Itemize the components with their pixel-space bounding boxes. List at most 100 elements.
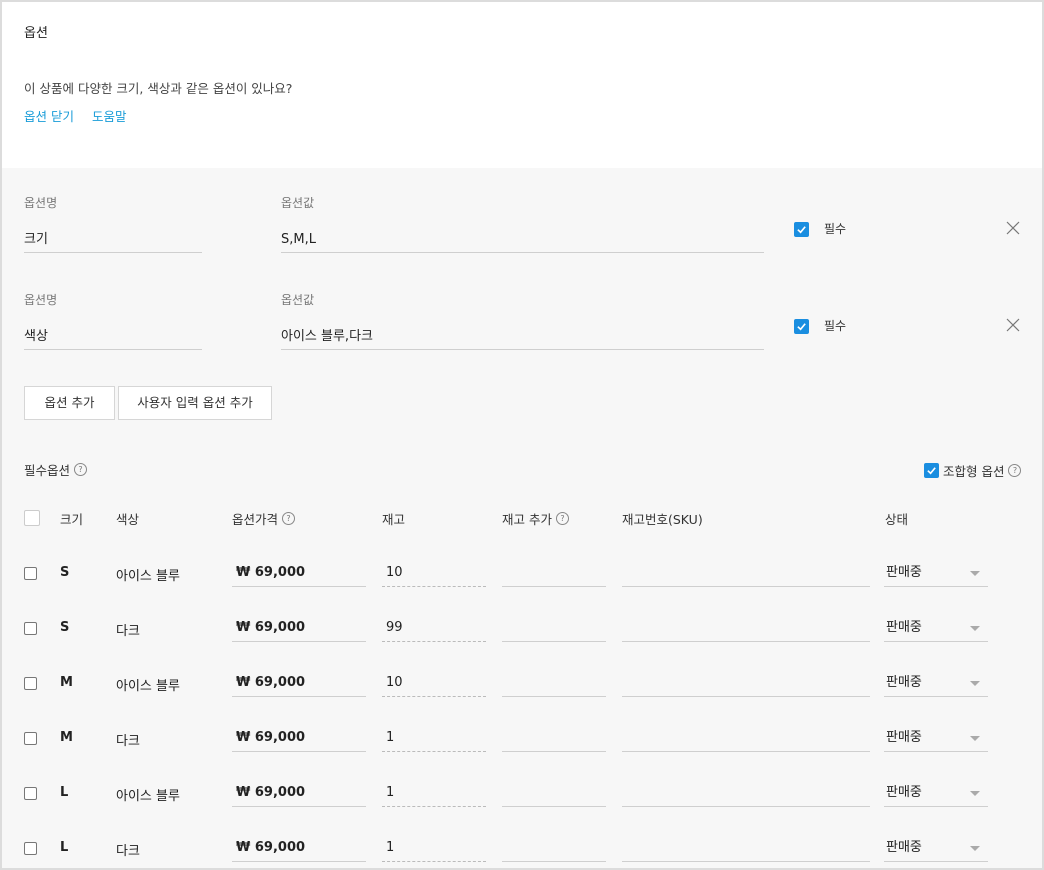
- required-options-title: 필수옵션 ?: [24, 460, 88, 479]
- stock-add-input[interactable]: [502, 779, 606, 807]
- add-custom-option-button[interactable]: 사용자 입력 옵션 추가: [118, 386, 272, 420]
- cell-size: S: [60, 565, 70, 580]
- cell-color: 다크: [116, 624, 140, 639]
- sku-input[interactable]: [622, 834, 870, 862]
- section-title: 옵션: [24, 26, 48, 41]
- stock-input[interactable]: 10: [382, 669, 486, 697]
- select-all-checkbox[interactable]: [24, 510, 40, 526]
- stock-input[interactable]: 1: [382, 834, 486, 862]
- stock-add-input[interactable]: [502, 834, 606, 862]
- required-options-label: 필수옵션: [24, 463, 71, 478]
- options-panel: 옵션 이 상품에 다양한 크기, 색상과 같은 옵션이 있나요? 옵션 닫기 도…: [0, 0, 1044, 870]
- status-value: 판매중: [886, 675, 922, 690]
- column-header-status: 상태: [885, 509, 908, 528]
- required-checkbox[interactable]: [794, 222, 809, 237]
- status-value: 판매중: [886, 565, 922, 580]
- table-row: S 아이스 블루 ₩ 69,000 10 판매중: [2, 555, 1042, 610]
- status-select[interactable]: 판매중: [884, 724, 988, 752]
- sku-input[interactable]: [622, 779, 870, 807]
- chevron-down-icon: [970, 626, 980, 631]
- check-icon: [797, 323, 806, 331]
- option-value-input[interactable]: 아이스 블루,다크: [281, 325, 764, 350]
- cell-color: 아이스 블루: [116, 789, 180, 804]
- stock-input[interactable]: 99: [382, 614, 486, 642]
- sku-input[interactable]: [622, 669, 870, 697]
- price-input[interactable]: ₩ 69,000: [232, 834, 366, 862]
- check-icon: [797, 226, 806, 234]
- help-icon[interactable]: ?: [282, 512, 296, 525]
- combination-option-checkbox[interactable]: [924, 463, 939, 478]
- option-row: 옵션명 색상 옵션값 아이스 블루,다크 필수: [2, 287, 1042, 357]
- cell-size: L: [60, 840, 69, 855]
- column-header-price-label: 옵션가격: [232, 512, 279, 527]
- stock-input[interactable]: 10: [382, 559, 486, 587]
- price-input[interactable]: ₩ 69,000: [232, 724, 366, 752]
- status-select[interactable]: 판매중: [884, 559, 988, 587]
- cell-size: M: [60, 675, 73, 690]
- combination-option-label: 조합형 옵션: [943, 464, 1005, 479]
- row-checkbox[interactable]: [24, 732, 37, 745]
- chevron-down-icon: [970, 846, 980, 851]
- row-checkbox[interactable]: [24, 677, 37, 690]
- cell-color: 아이스 블루: [116, 679, 180, 694]
- check-icon: [927, 467, 936, 475]
- column-header-sku-label: 재고번호(SKU): [622, 512, 703, 527]
- price-input[interactable]: ₩ 69,000: [232, 779, 366, 807]
- help-icon[interactable]: ?: [1008, 464, 1022, 477]
- option-value-label: 옵션값: [281, 293, 315, 307]
- row-checkbox[interactable]: [24, 787, 37, 800]
- chevron-down-icon: [970, 571, 980, 576]
- option-name-input[interactable]: 크기: [24, 228, 202, 253]
- close-icon: [1006, 221, 1020, 235]
- sku-input[interactable]: [622, 614, 870, 642]
- status-select[interactable]: 판매중: [884, 834, 988, 862]
- option-value-input[interactable]: S,M,L: [281, 228, 764, 253]
- chevron-down-icon: [970, 681, 980, 686]
- help-icon[interactable]: ?: [74, 463, 88, 476]
- close-options-link[interactable]: 옵션 닫기: [24, 109, 74, 124]
- option-value-label: 옵션값: [281, 196, 315, 210]
- column-header-price: 옵션가격?: [232, 509, 296, 528]
- cell-size: M: [60, 730, 73, 745]
- chevron-down-icon: [970, 736, 980, 741]
- required-checkbox[interactable]: [794, 319, 809, 334]
- price-input[interactable]: ₩ 69,000: [232, 614, 366, 642]
- column-header-size-label: 크기: [60, 512, 84, 527]
- status-select[interactable]: 판매중: [884, 669, 988, 697]
- cell-color: 다크: [116, 734, 140, 749]
- stock-add-input[interactable]: [502, 559, 606, 587]
- stock-input[interactable]: 1: [382, 779, 486, 807]
- add-option-button[interactable]: 옵션 추가: [24, 386, 115, 420]
- option-row: 옵션명 크기 옵션값 S,M,L 필수: [2, 190, 1042, 260]
- row-checkbox[interactable]: [24, 622, 37, 635]
- table-row: M 아이스 블루 ₩ 69,000 10 판매중: [2, 665, 1042, 720]
- column-header-stock-label: 재고: [382, 512, 406, 527]
- help-link[interactable]: 도움말: [92, 109, 127, 124]
- row-checkbox[interactable]: [24, 842, 37, 855]
- status-value: 판매중: [886, 620, 922, 635]
- row-checkbox[interactable]: [24, 567, 37, 580]
- remove-option-button[interactable]: [1006, 220, 1020, 235]
- option-name-input[interactable]: 색상: [24, 325, 202, 350]
- price-input[interactable]: ₩ 69,000: [232, 559, 366, 587]
- stock-add-input[interactable]: [502, 724, 606, 752]
- required-label: 필수: [824, 319, 847, 333]
- sku-input[interactable]: [622, 559, 870, 587]
- price-input[interactable]: ₩ 69,000: [232, 669, 366, 697]
- status-select[interactable]: 판매중: [884, 779, 988, 807]
- table-row: L 아이스 블루 ₩ 69,000 1 판매중: [2, 775, 1042, 830]
- sku-input[interactable]: [622, 724, 870, 752]
- column-header-status-label: 상태: [885, 512, 909, 527]
- help-icon[interactable]: ?: [555, 512, 569, 525]
- stock-add-input[interactable]: [502, 614, 606, 642]
- remove-option-button[interactable]: [1006, 317, 1020, 332]
- options-header-area: 옵션 이 상품에 다양한 크기, 색상과 같은 옵션이 있나요? 옵션 닫기 도…: [2, 2, 1042, 168]
- status-value: 판매중: [886, 840, 922, 855]
- column-header-stock-add-label: 재고 추가: [502, 512, 552, 527]
- chevron-down-icon: [970, 791, 980, 796]
- stock-add-input[interactable]: [502, 669, 606, 697]
- status-value: 판매중: [886, 730, 922, 745]
- stock-input[interactable]: 1: [382, 724, 486, 752]
- status-select[interactable]: 판매중: [884, 614, 988, 642]
- close-icon: [1006, 318, 1020, 332]
